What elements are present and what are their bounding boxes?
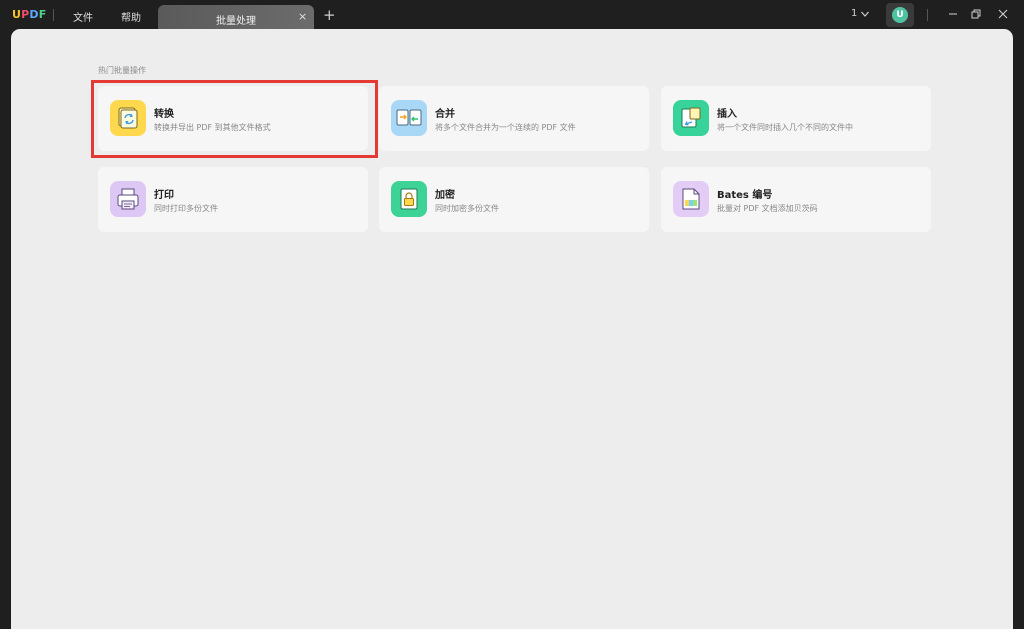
tab-close-icon[interactable]: ×	[298, 10, 307, 23]
app-logo[interactable]: UPDF	[12, 8, 46, 21]
card-title: 合并	[435, 109, 455, 120]
card-desc: 同时打印多份文件	[154, 204, 218, 213]
menu-help[interactable]: 帮助	[121, 9, 141, 24]
menu-file[interactable]: 文件	[73, 9, 93, 24]
add-tab-button[interactable]: +	[323, 6, 336, 24]
close-window-icon[interactable]	[997, 8, 1009, 20]
tab-label: 批量处理	[216, 16, 256, 27]
tab-batch-process[interactable]: 批量处理 ×	[158, 5, 314, 30]
card-merge[interactable]: 合并 将多个文件合并为一个连续的 PDF 文件	[379, 86, 649, 151]
card-desc: 将一个文件同时插入几个不同的文件中	[717, 123, 853, 132]
minimize-icon[interactable]	[947, 8, 959, 20]
lock-icon	[391, 181, 427, 217]
card-title: 加密	[435, 190, 455, 201]
insert-icon	[673, 100, 709, 136]
divider	[927, 9, 928, 21]
card-convert[interactable]: 转换 转换并导出 PDF 到其他文件格式	[98, 86, 368, 151]
page-indicator[interactable]: 1	[851, 8, 857, 19]
title-bar: UPDF 文件 帮助 批量处理 × + 1 U	[0, 0, 1024, 30]
card-title: 打印	[154, 190, 174, 201]
card-title: 插入	[717, 109, 737, 120]
card-encrypt[interactable]: 加密 同时加密多份文件	[379, 167, 649, 232]
card-desc: 转换并导出 PDF 到其他文件格式	[154, 123, 271, 132]
card-print[interactable]: 打印 同时打印多份文件	[98, 167, 368, 232]
bates-number-icon	[673, 181, 709, 217]
batch-panel: 热门批量操作 转换 转换并导出 PDF 到其他文件格式 合并 将多个文件合并为一…	[11, 29, 1013, 629]
avatar: U	[892, 7, 908, 23]
divider	[53, 9, 54, 21]
convert-icon	[110, 100, 146, 136]
merge-icon	[391, 100, 427, 136]
chevron-down-icon[interactable]	[860, 9, 870, 19]
account-button[interactable]: U	[886, 3, 914, 27]
print-icon	[110, 181, 146, 217]
card-insert[interactable]: 插入 将一个文件同时插入几个不同的文件中	[661, 86, 931, 151]
card-title: 转换	[154, 109, 174, 120]
card-desc: 同时加密多份文件	[435, 204, 499, 213]
card-bates[interactable]: Bates 编号 批量对 PDF 文档添加贝茨码	[661, 167, 931, 232]
card-desc: 批量对 PDF 文档添加贝茨码	[717, 204, 818, 213]
card-title: Bates 编号	[717, 190, 773, 201]
section-title: 热门批量操作	[98, 66, 146, 75]
restore-icon[interactable]	[970, 8, 982, 20]
card-desc: 将多个文件合并为一个连续的 PDF 文件	[435, 123, 576, 132]
